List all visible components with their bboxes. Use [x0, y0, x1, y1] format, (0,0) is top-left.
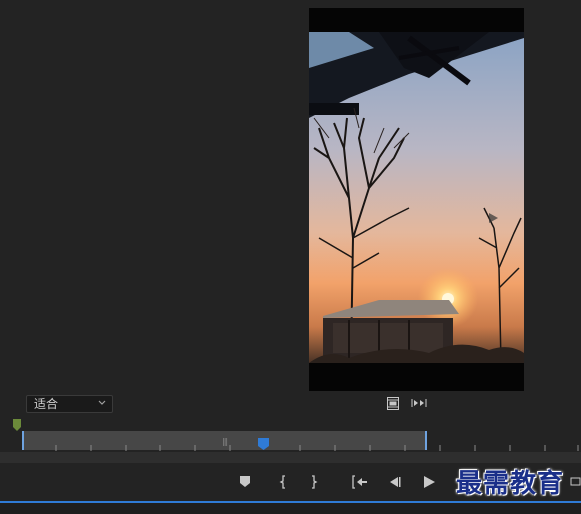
in-point-marker-icon[interactable] [13, 419, 21, 431]
mark-in-icon[interactable] [275, 474, 291, 490]
export-frame-icon[interactable] [386, 396, 400, 410]
add-marker-icon[interactable] [237, 474, 253, 490]
step-back-icon[interactable] [386, 474, 402, 490]
camera-icon[interactable] [569, 476, 581, 486]
watermark-logo: 最需教育 [456, 469, 565, 499]
playhead-icon[interactable] [258, 438, 269, 450]
sunset-scene-image [309, 8, 524, 391]
go-to-in-icon[interactable] [351, 474, 369, 490]
program-monitor-video [309, 8, 524, 391]
ruler-strip [0, 452, 581, 463]
fit-zoom-dropdown[interactable]: 适合 [26, 395, 113, 413]
chevron-down-icon [98, 400, 106, 405]
button-editor-icon[interactable] [411, 397, 427, 409]
mark-out-icon[interactable] [306, 474, 322, 490]
fit-zoom-value: 适合 [34, 397, 59, 411]
bottom-panel-tabs [0, 503, 581, 514]
play-icon[interactable] [421, 474, 437, 490]
